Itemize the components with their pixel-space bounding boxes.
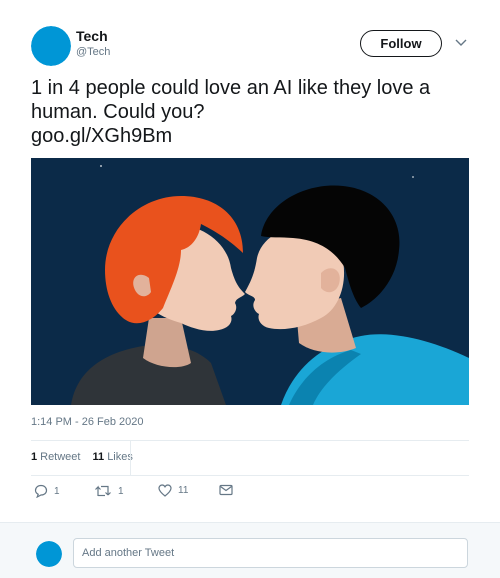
retweets-label: Retweet (40, 451, 81, 463)
stats-separator (130, 441, 131, 475)
add-tweet-input[interactable] (73, 538, 468, 568)
likes-stat[interactable]: 11 Likes (93, 451, 133, 463)
illustration-kiss (31, 158, 469, 405)
heart-icon (158, 484, 172, 497)
tweet-media-image[interactable] (31, 158, 469, 405)
current-user-avatar[interactable] (36, 541, 62, 567)
divider-top (31, 440, 469, 441)
like-action[interactable]: 11 (158, 484, 188, 497)
retweets-count: 1 (31, 451, 38, 463)
author-avatar[interactable] (31, 26, 71, 66)
tweet-actions: 1 1 11 (31, 484, 331, 504)
retweet-count: 1 (118, 485, 124, 497)
envelope-icon (219, 484, 233, 496)
retweet-icon (95, 485, 111, 497)
reply-count: 1 (54, 485, 60, 497)
tweet-body: 1 in 4 people could love an AI like they… (31, 77, 431, 123)
retweet-action[interactable]: 1 (94, 484, 124, 498)
reply-bar (0, 522, 500, 578)
tweet-header: Tech @Tech Follow (0, 0, 500, 70)
tweet-timestamp[interactable]: 1:14 PM - 26 Feb 2020 (31, 416, 144, 428)
reply-action[interactable]: 1 (34, 484, 60, 498)
likes-count: 11 (92, 451, 105, 463)
author-handle[interactable]: @Tech (76, 46, 110, 58)
follow-button[interactable]: Follow (360, 30, 442, 57)
tweet-text: 1 in 4 people could love an AI like they… (31, 76, 471, 148)
reply-icon (34, 484, 48, 498)
direct-message-action[interactable] (219, 484, 239, 496)
author-display-name[interactable]: Tech (76, 28, 108, 44)
divider-bottom (31, 475, 469, 476)
tweet-link[interactable]: goo.gl/XGh9Bm (31, 124, 471, 148)
chevron-down-icon[interactable] (455, 38, 467, 48)
retweets-stat[interactable]: 1 Retweet (31, 451, 80, 463)
like-count: 11 (178, 485, 189, 496)
tweet-stats: 1 Retweet 11 Likes (31, 451, 133, 463)
